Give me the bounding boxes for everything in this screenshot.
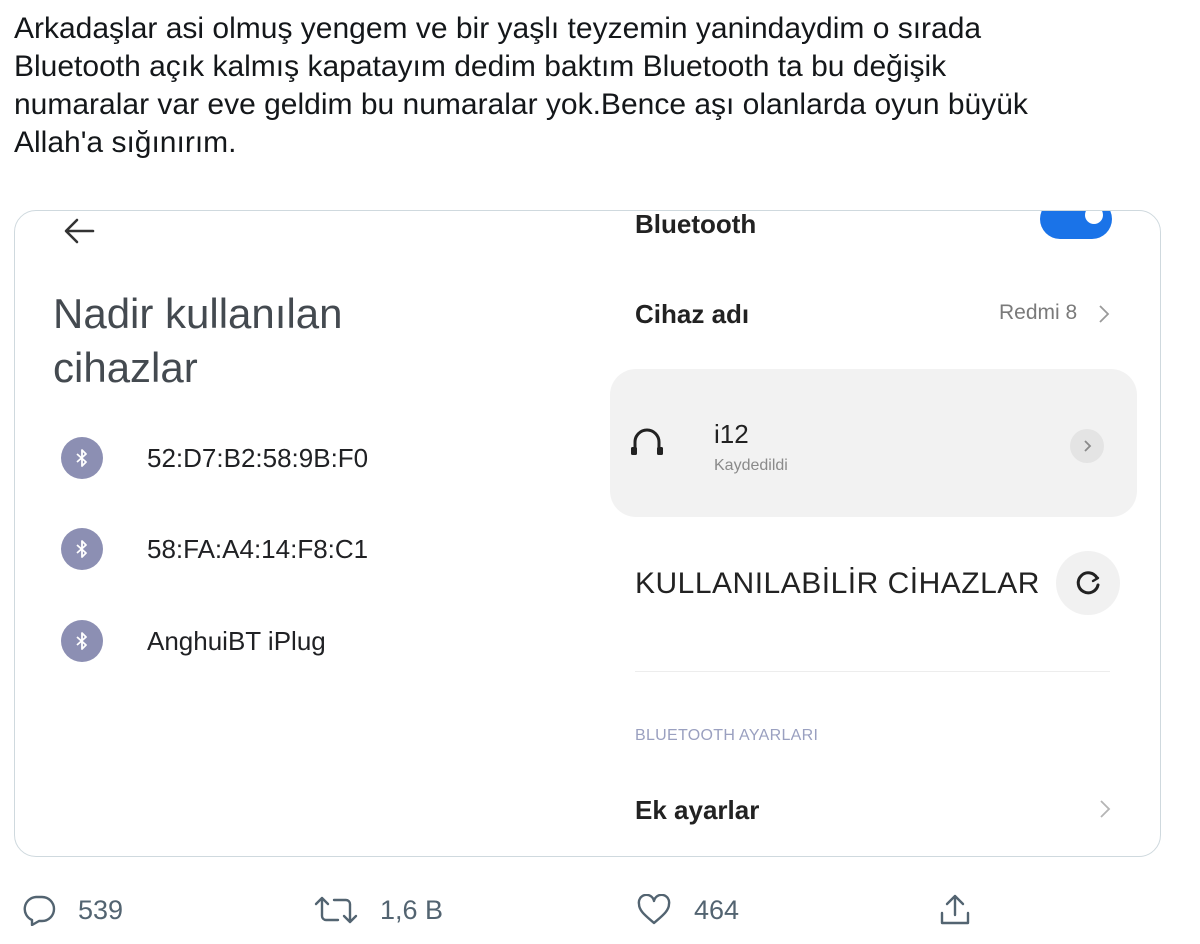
saved-device-name: i12 <box>714 419 749 449</box>
retweet-count: 1,6 B <box>380 894 444 925</box>
bluetooth-icon <box>61 620 103 662</box>
device-name-value: Redmi 8 <box>999 301 1078 324</box>
bluetooth-label: Bluetooth <box>635 210 757 239</box>
like-button[interactable]: 464 <box>636 882 739 938</box>
refresh-icon <box>1056 551 1120 615</box>
device-row: 58:FA:A4:14:F8:C1 <box>61 527 368 571</box>
tweet-media[interactable]: Nadir kullanılan cihazlar 52:D7:B2:58:9B… <box>14 210 1161 857</box>
device-row: 52:D7:B2:58:9B:F0 <box>61 436 368 480</box>
toggle-knob <box>1085 211 1103 224</box>
device-label: AnghuiBT iPlug <box>147 625 326 656</box>
page-title: Nadir kullanılan cihazlar <box>53 290 343 391</box>
device-name-label: Cihaz adı <box>635 299 750 329</box>
available-devices-title: KULLANILABİLİR CİHAZLAR <box>635 567 1040 600</box>
saved-device-card: i12 Kaydedildi <box>610 369 1137 517</box>
extra-settings-label: Ek ayarlar <box>635 795 760 825</box>
device-label: 58:FA:A4:14:F8:C1 <box>147 533 369 564</box>
heart-icon <box>637 894 671 925</box>
device-label: 52:D7:B2:58:9B:F0 <box>147 442 369 473</box>
like-count: 464 <box>694 894 740 925</box>
share-icon <box>940 894 970 925</box>
bluetooth-toggle <box>1040 211 1112 239</box>
device-row: AnghuiBT iPlug <box>61 619 326 663</box>
section-label: BLUETOOTH AYARLARI <box>635 727 819 744</box>
chevron-right-icon <box>1099 305 1110 323</box>
retweet-button[interactable]: 1,6 B <box>314 882 443 938</box>
tweet-actions: 539 1,6 B 464 <box>0 882 1200 938</box>
reply-icon <box>23 895 56 926</box>
headphones-icon <box>631 428 663 455</box>
share-button[interactable] <box>938 882 972 938</box>
tweet-text: Arkadaşlar asi olmuş yengem ve bir yaşlı… <box>14 12 1028 159</box>
reply-button[interactable]: 539 <box>22 882 123 938</box>
divider <box>635 671 1110 672</box>
saved-device-status: Kaydedildi <box>714 457 788 474</box>
retweet-icon <box>314 896 358 924</box>
bluetooth-icon <box>61 528 103 570</box>
bluetooth-icon <box>61 437 103 479</box>
chevron-right-icon <box>1100 800 1111 818</box>
chevron-right-icon <box>1070 429 1104 463</box>
reply-count: 539 <box>78 894 124 925</box>
arrow-left-icon <box>64 218 95 244</box>
